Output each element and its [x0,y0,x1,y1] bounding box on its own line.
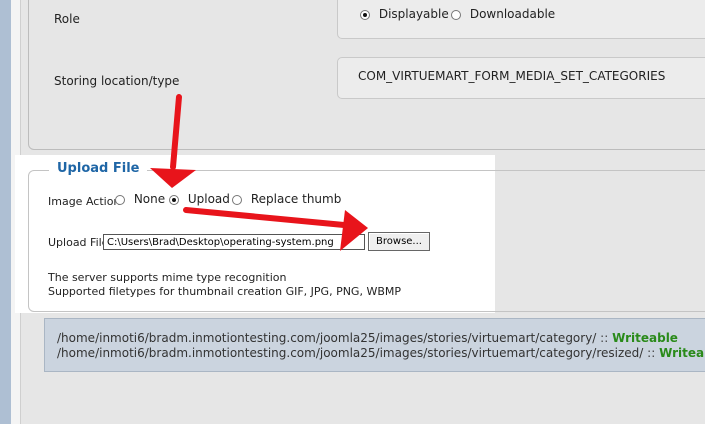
upload-file-legend: Upload File [49,161,148,176]
none-label: None [133,192,166,206]
downloadable-label: Downloadable [469,7,556,21]
supported-filetypes-text: Supported filetypes for thumbnail creati… [48,285,401,298]
replace-thumb-radio[interactable] [232,194,242,205]
storing-location-label: Storing location/type [54,74,180,88]
role-label: Role [54,12,80,26]
path-text: /home/inmoti6/bradm.inmotiontesting.com/… [57,331,597,345]
path-separator: :: [596,331,613,345]
image-action-upload[interactable]: Upload [169,192,230,206]
writeable-status: Writeable [612,331,678,345]
paths-panel [44,318,705,372]
path-text: /home/inmoti6/bradm.inmotiontesting.com/… [57,346,644,360]
path-line: /home/inmoti6/bradm.inmotiontesting.com/… [57,346,705,360]
displayable-label: Displayable [378,7,449,21]
path-line: /home/inmoti6/bradm.inmotiontesting.com/… [57,331,678,345]
upload-file-label: Upload File [48,236,109,249]
displayable-radio[interactable] [360,9,370,20]
role-option-displayable[interactable]: Displayable [360,7,449,21]
image-action-none[interactable]: None [115,192,165,206]
upload-file-input[interactable]: C:\Users\Brad\Desktop\operating-system.p… [103,234,365,250]
path-separator: :: [643,346,660,360]
browse-button[interactable]: Browse... [368,232,430,251]
image-action-label: Image Action [48,195,121,208]
storing-location-value: COM_VIRTUEMART_FORM_MEDIA_SET_CATEGORIES [358,69,666,83]
replace-thumb-label: Replace thumb [250,192,342,206]
mime-support-text: The server supports mime type recognitio… [48,271,287,284]
image-action-replace-thumb[interactable]: Replace thumb [232,192,341,206]
upload-label: Upload [187,192,230,206]
downloadable-radio[interactable] [451,9,461,20]
none-radio[interactable] [115,194,125,205]
role-option-downloadable[interactable]: Downloadable [451,7,555,21]
upload-radio[interactable] [169,194,179,205]
writeable-status: Writeable [659,346,705,360]
